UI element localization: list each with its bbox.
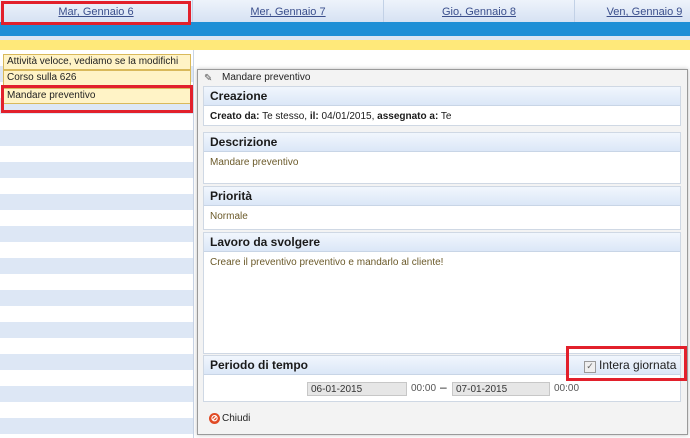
section-heading: Creazione	[204, 87, 680, 106]
created-by-label: Creato da:	[210, 111, 260, 122]
section-heading: Lavoro da svolgere	[204, 233, 680, 252]
highlight-all-day	[566, 346, 687, 381]
section-priorita: Priorità Normale	[203, 186, 681, 230]
date-value: 04/01/2015,	[321, 111, 375, 122]
today-band	[0, 40, 690, 50]
dialog-titlebar[interactable]: ✎ Mandare preventivo	[198, 70, 687, 85]
date-separator: –	[440, 380, 447, 394]
end-date-field[interactable]: 07-01-2015	[452, 382, 550, 396]
date-label: il:	[309, 111, 319, 122]
close-label: Chiudi	[222, 413, 251, 424]
task-item[interactable]: Attività veloce, vediamo se la modifichi	[3, 54, 191, 70]
pencil-icon: ✎	[204, 73, 213, 84]
work-text[interactable]: Creare il preventivo preventivo e mandar…	[204, 252, 680, 273]
highlight-day-header	[1, 1, 191, 25]
created-by-value: Te stesso,	[262, 111, 308, 122]
day-header-wed[interactable]: Mer, Gennaio 7	[193, 0, 384, 22]
description-text[interactable]: Mandare preventivo	[204, 152, 680, 173]
start-date-field[interactable]: 06-01-2015	[307, 382, 407, 396]
day-header-fri[interactable]: Ven, Gennaio 9	[575, 0, 690, 22]
day-header-thu[interactable]: Gio, Gennaio 8	[384, 0, 575, 22]
close-icon: ⊘	[209, 412, 220, 424]
highlight-task	[1, 85, 193, 113]
assigned-value: Te	[440, 111, 452, 122]
section-heading: Priorità	[204, 187, 680, 206]
creation-info: Creato da: Te stesso, il: 04/01/2015, as…	[204, 106, 680, 127]
section-heading: Descrizione	[204, 133, 680, 152]
assigned-label: assegnato a:	[377, 111, 439, 122]
end-time[interactable]: 00:00	[554, 382, 579, 396]
task-item[interactable]: Corso sulla 626	[3, 70, 191, 86]
priority-value[interactable]: Normale	[204, 206, 680, 227]
start-time[interactable]: 00:00	[411, 382, 436, 396]
dialog-title: Mandare preventivo	[222, 72, 311, 83]
close-button[interactable]: ⊘ Chiudi	[209, 412, 250, 426]
section-descrizione: Descrizione Mandare preventivo	[203, 132, 681, 184]
section-lavoro: Lavoro da svolgere Creare il preventivo …	[203, 232, 681, 354]
section-creazione: Creazione Creato da: Te stesso, il: 04/0…	[203, 86, 681, 126]
